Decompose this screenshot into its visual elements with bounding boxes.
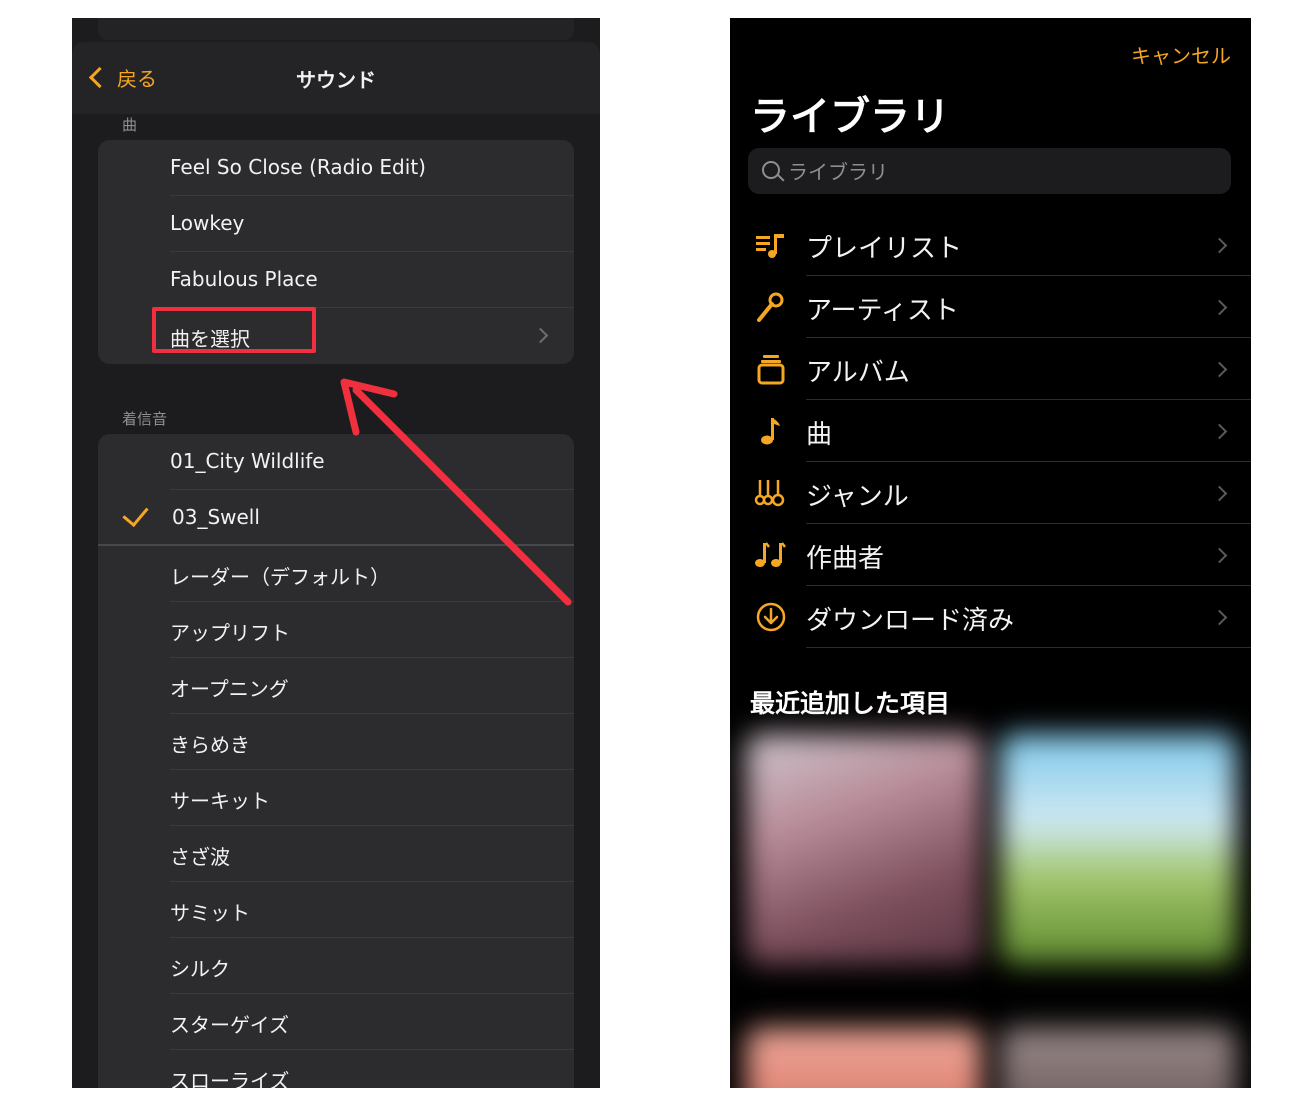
- chevron-right-icon: [532, 327, 549, 344]
- navigation-bar: 戻る サウンド: [72, 42, 600, 114]
- ringtone-title: さざ波: [170, 845, 230, 869]
- ringtone-row[interactable]: サミット: [98, 882, 574, 938]
- ringtone-title: レーダー（デフォルト）: [170, 565, 390, 589]
- annotation-highlight-box: [152, 307, 316, 353]
- ringtones-group: 01_City Wildlife 03_Swell レーダー（デフォルト） アップ…: [98, 434, 574, 1088]
- album-artwork-thumbnail[interactable]: [746, 1028, 982, 1088]
- recently-added-header: 最近追加した項目: [750, 689, 951, 718]
- search-input[interactable]: [786, 156, 1220, 188]
- page-title: サウンド: [296, 68, 376, 92]
- chevron-right-icon: [1211, 485, 1228, 502]
- ringtone-title: サーキット: [170, 789, 270, 813]
- library-title: ライブラリ: [750, 94, 950, 140]
- composer-icon: [754, 538, 788, 572]
- ringtone-row[interactable]: レーダー（デフォルト）: [98, 546, 574, 602]
- album-artwork-thumbnail[interactable]: [1000, 734, 1236, 964]
- song-title: Lowkey: [170, 211, 245, 235]
- library-screen: キャンセル ライブラリ プレイリスト アーティスト アルバム: [730, 18, 1251, 1088]
- chevron-right-icon: [1211, 547, 1228, 564]
- song-title: Fabulous Place: [170, 267, 318, 291]
- cancel-button[interactable]: キャンセル: [1131, 40, 1231, 69]
- ringtone-row-selected[interactable]: 03_Swell: [98, 490, 574, 546]
- checkmark-icon: [122, 499, 149, 528]
- search-icon: [762, 161, 780, 179]
- library-item-genres[interactable]: ジャンル: [730, 462, 1251, 524]
- ringtone-title: サミット: [170, 901, 250, 925]
- chevron-right-icon: [1211, 423, 1228, 440]
- ringtones-section-header: 着信音: [122, 410, 168, 428]
- search-bar[interactable]: [748, 148, 1231, 194]
- ringtone-title: 03_Swell: [172, 505, 260, 529]
- chevron-right-icon: [1211, 609, 1228, 626]
- ringtone-title: スターゲイズ: [170, 1013, 289, 1037]
- ringtone-title: きらめき: [170, 733, 250, 757]
- ringtone-row[interactable]: スローライズ: [98, 1050, 574, 1088]
- library-item-composers[interactable]: 作曲者: [730, 524, 1251, 586]
- sound-settings-screen: 戻る サウンド 曲 Feel So Close (Radio Edit) Low…: [72, 18, 600, 1088]
- ringtone-title: オープニング: [170, 677, 289, 701]
- ringtone-title: シルク: [170, 957, 230, 981]
- song-title: Feel So Close (Radio Edit): [170, 155, 426, 179]
- ringtone-title: アップリフト: [170, 621, 290, 645]
- library-categories: プレイリスト アーティスト アルバム 曲 ジャンル 作曲者 ダウンロード済み: [730, 214, 1251, 648]
- album-icon: [754, 352, 788, 386]
- songs-section-header: 曲: [122, 116, 138, 134]
- genre-icon: [754, 476, 788, 510]
- ringtone-row[interactable]: 01_City Wildlife: [98, 434, 574, 490]
- ringtone-row[interactable]: さざ波: [98, 826, 574, 882]
- sheet-background-edge: [98, 18, 574, 40]
- playlist-icon: [754, 228, 788, 262]
- song-row[interactable]: Feel So Close (Radio Edit): [98, 140, 574, 196]
- microphone-icon: [754, 290, 788, 324]
- ringtone-row[interactable]: スターゲイズ: [98, 994, 574, 1050]
- song-row[interactable]: Fabulous Place: [98, 252, 574, 308]
- ringtone-row[interactable]: オープニング: [98, 658, 574, 714]
- chevron-right-icon: [1211, 237, 1228, 254]
- chevron-right-icon: [1211, 299, 1228, 316]
- classic-tones-list: レーダー（デフォルト） アップリフト オープニング きらめきサーキットさざ波サミットシ…: [98, 546, 574, 1088]
- ringtone-row[interactable]: シルク: [98, 938, 574, 994]
- chevron-right-icon: [1211, 361, 1228, 378]
- album-artwork-thumbnail[interactable]: [1000, 1028, 1236, 1088]
- music-note-icon: [754, 414, 788, 448]
- song-row[interactable]: Lowkey: [98, 196, 574, 252]
- ringtone-row[interactable]: アップリフト: [98, 602, 574, 658]
- library-item-playlists[interactable]: プレイリスト: [730, 214, 1251, 276]
- ringtone-title: 01_City Wildlife: [170, 449, 325, 473]
- library-item-songs[interactable]: 曲: [730, 400, 1251, 462]
- library-item-artists[interactable]: アーティスト: [730, 276, 1251, 338]
- ringtone-row[interactable]: きらめき: [98, 714, 574, 770]
- ringtone-title: スローライズ: [170, 1069, 290, 1088]
- library-item-albums[interactable]: アルバム: [730, 338, 1251, 400]
- download-icon: [754, 600, 788, 634]
- album-artwork-thumbnail[interactable]: [746, 734, 982, 964]
- library-item-downloaded[interactable]: ダウンロード済み: [730, 586, 1251, 648]
- ringtone-row[interactable]: サーキット: [98, 770, 574, 826]
